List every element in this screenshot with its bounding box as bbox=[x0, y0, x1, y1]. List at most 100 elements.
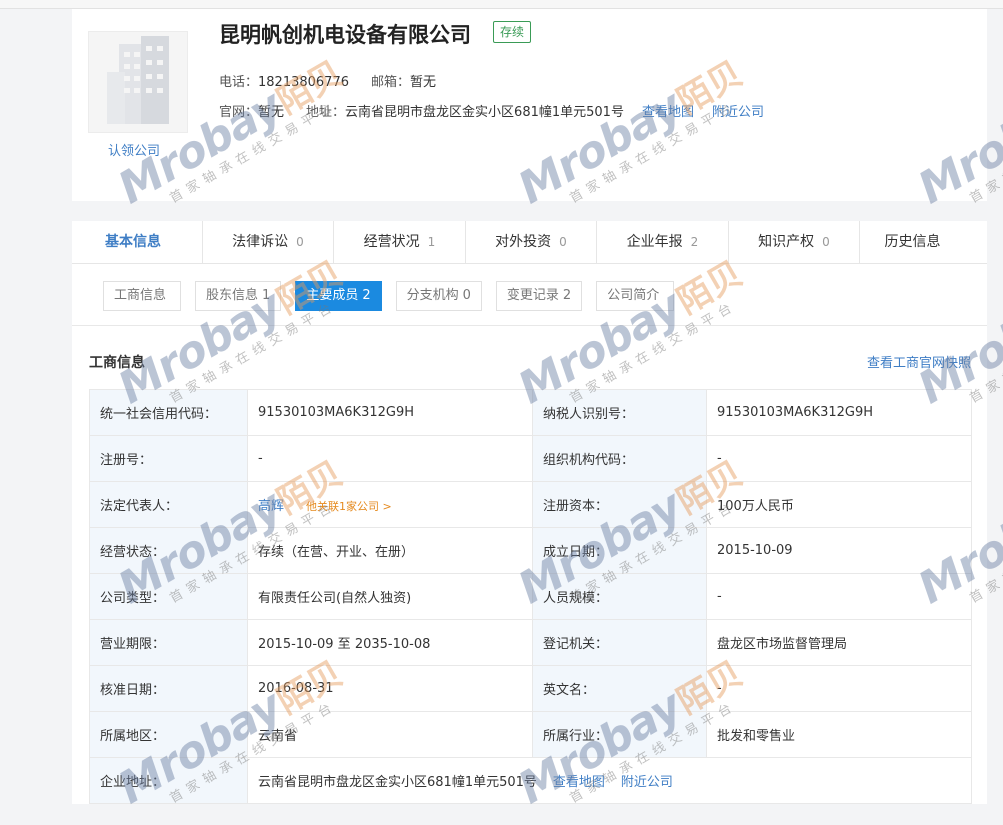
table-key: 营业期限： bbox=[89, 619, 248, 666]
table-value: - bbox=[706, 665, 972, 712]
table-key: 注册号： bbox=[89, 435, 248, 482]
email-label: 邮箱： bbox=[371, 75, 411, 90]
view-map-link[interactable]: 查看地图 bbox=[642, 105, 694, 120]
table-key: 英文名： bbox=[532, 665, 707, 712]
table-key: 所属地区： bbox=[89, 711, 248, 758]
table-value: - bbox=[247, 435, 533, 482]
table-key: 成立日期： bbox=[532, 527, 707, 574]
table-key: 纳税人识别号： bbox=[532, 389, 707, 436]
subtab-label: 变更记录 bbox=[506, 288, 559, 303]
tab-label: 经营状况 bbox=[363, 234, 420, 250]
address-nearby-link[interactable]: 附近公司 bbox=[621, 775, 673, 790]
table-key: 公司类型： bbox=[89, 573, 248, 620]
claim-company-link[interactable]: 认领公司 bbox=[108, 140, 160, 159]
subtab-label: 主要成员 bbox=[306, 288, 359, 303]
table-value: 2016-08-31 bbox=[247, 665, 533, 712]
phone-value: 18213806776 bbox=[258, 75, 349, 90]
address-value: 云南省昆明市盘龙区金实小区681幢1单元501号 bbox=[345, 105, 624, 120]
contact-line: 电话：18213806776 邮箱：暂无 bbox=[219, 71, 436, 90]
legal-rep-link[interactable]: 高辉 bbox=[258, 499, 284, 514]
tab-intellectual-property[interactable]: 知识产权 0 bbox=[729, 221, 860, 263]
address-line: 官网：暂无 地址：云南省昆明市盘龙区金实小区681幢1单元501号 查看地图 附近公司 bbox=[219, 101, 764, 120]
subtab-label: 工商信息 bbox=[114, 288, 167, 303]
table-value: 100万人民币 bbox=[706, 481, 972, 528]
related-companies-link[interactable]: 他关联1家公司 > bbox=[306, 500, 392, 513]
tab-label: 历史信息 bbox=[884, 234, 941, 250]
table-key: 核准日期： bbox=[89, 665, 248, 712]
tab-count: 1 bbox=[427, 235, 436, 249]
subtab-branches[interactable]: 分支机构 0 bbox=[395, 281, 482, 311]
legal-rep-cell: 高辉 他关联1家公司 > bbox=[247, 481, 533, 528]
browser-top-strip bbox=[0, 0, 1003, 9]
table-row: 营业期限： 2015-10-09 至 2035-10-08 登记机关： 盘龙区市… bbox=[89, 619, 972, 666]
company-address-cell: 云南省昆明市盘龙区金实小区681幢1单元501号 查看地图 附近公司 bbox=[247, 757, 972, 804]
table-value: - bbox=[706, 435, 972, 482]
company-name: 昆明帆创机电设备有限公司 bbox=[219, 23, 471, 47]
tab-history-info[interactable]: 历史信息 bbox=[860, 221, 973, 263]
tab-count: 0 bbox=[296, 235, 304, 249]
tab-count: 0 bbox=[559, 235, 567, 249]
building-icon bbox=[107, 36, 169, 124]
tab-label: 对外投资 bbox=[495, 234, 552, 250]
table-key: 企业地址： bbox=[89, 757, 248, 804]
subtab-count: 2 bbox=[362, 288, 371, 303]
sub-tab-bar: 工商信息 股东信息 1 主要成员 2 分支机构 0 变更记录 2 公司简介 bbox=[103, 281, 688, 311]
tab-label: 企业年报 bbox=[626, 234, 683, 250]
table-key: 法定代表人： bbox=[89, 481, 248, 528]
subtab-label: 分支机构 bbox=[406, 288, 459, 303]
status-badge: 存续 bbox=[493, 21, 532, 43]
table-value: 盘龙区市场监督管理局 bbox=[706, 619, 972, 666]
table-value: 有限责任公司(自然人独资) bbox=[247, 573, 533, 620]
subtab-count: 2 bbox=[562, 288, 572, 303]
tab-business-status[interactable]: 经营状况 1 bbox=[334, 221, 466, 263]
official-snapshot-link[interactable]: 查看工商官网快照 bbox=[867, 352, 971, 371]
tab-annual-report[interactable]: 企业年报 2 bbox=[597, 221, 729, 263]
table-value: 91530103MA6K312G9H bbox=[247, 389, 533, 436]
phone-label: 电话： bbox=[219, 75, 259, 90]
website-value: 暂无 bbox=[258, 105, 285, 120]
table-value: 云南省 bbox=[247, 711, 533, 758]
table-value: 2015-10-09 至 2035-10-08 bbox=[247, 619, 533, 666]
address-map-link[interactable]: 查看地图 bbox=[553, 775, 605, 790]
table-row: 核准日期： 2016-08-31 英文名： - bbox=[89, 665, 972, 712]
tab-basic-info[interactable]: 基本信息 bbox=[72, 221, 203, 263]
table-key: 注册资本： bbox=[532, 481, 707, 528]
subtab-company-intro[interactable]: 公司简介 bbox=[596, 281, 675, 311]
subtab-label: 股东信息 bbox=[206, 288, 259, 303]
table-row: 法定代表人： 高辉 他关联1家公司 > 注册资本： 100万人民币 bbox=[89, 481, 972, 528]
table-value: 91530103MA6K312G9H bbox=[706, 389, 972, 436]
tab-legal-litigation[interactable]: 法律诉讼 0 bbox=[203, 221, 334, 263]
tab-label: 知识产权 bbox=[758, 234, 815, 250]
tab-external-investment[interactable]: 对外投资 0 bbox=[466, 221, 597, 263]
subtab-change-records[interactable]: 变更记录 2 bbox=[495, 281, 583, 311]
subtab-business-info[interactable]: 工商信息 bbox=[103, 281, 182, 311]
tab-label: 法律诉讼 bbox=[232, 234, 289, 250]
nearby-companies-link[interactable]: 附近公司 bbox=[712, 105, 764, 120]
business-info-table: 统一社会信用代码： 91530103MA6K312G9H 纳税人识别号： 915… bbox=[89, 389, 972, 804]
subtab-label: 公司简介 bbox=[607, 288, 660, 303]
section-divider bbox=[72, 325, 987, 326]
subtab-key-members[interactable]: 主要成员 2 bbox=[295, 281, 382, 311]
section-title: 工商信息 bbox=[89, 355, 145, 371]
table-key: 所属行业： bbox=[532, 711, 707, 758]
table-row: 企业地址： 云南省昆明市盘龙区金实小区681幢1单元501号 查看地图 附近公司 bbox=[89, 757, 972, 804]
table-value: 批发和零售业 bbox=[706, 711, 972, 758]
table-key: 统一社会信用代码： bbox=[89, 389, 248, 436]
website-label: 官网： bbox=[219, 105, 259, 120]
company-header-card: 认领公司 昆明帆创机电设备有限公司 存续 电话：18213806776 邮箱：暂无… bbox=[72, 9, 987, 201]
company-logo bbox=[88, 31, 188, 133]
tab-label: 基本信息 bbox=[105, 234, 161, 250]
table-key: 组织机构代码： bbox=[532, 435, 707, 482]
table-row: 经营状态： 存续（在营、开业、在册） 成立日期： 2015-10-09 bbox=[89, 527, 972, 574]
email-value: 暂无 bbox=[410, 75, 437, 90]
table-value: 存续（在营、开业、在册） bbox=[247, 527, 533, 574]
tab-count: 0 bbox=[822, 235, 830, 249]
company-detail-card: 基本信息 法律诉讼 0 经营状况 1 对外投资 0 企业年报 2 知识产权 0 历史信息 … bbox=[72, 221, 987, 804]
tab-count: 2 bbox=[690, 235, 699, 249]
subtab-shareholders[interactable]: 股东信息 1 bbox=[195, 281, 282, 311]
table-key: 经营状态： bbox=[89, 527, 248, 574]
table-key: 人员规模： bbox=[532, 573, 707, 620]
table-row: 统一社会信用代码： 91530103MA6K312G9H 纳税人识别号： 915… bbox=[89, 389, 972, 436]
subtab-count: 0 bbox=[462, 288, 471, 303]
table-key: 登记机关： bbox=[532, 619, 707, 666]
